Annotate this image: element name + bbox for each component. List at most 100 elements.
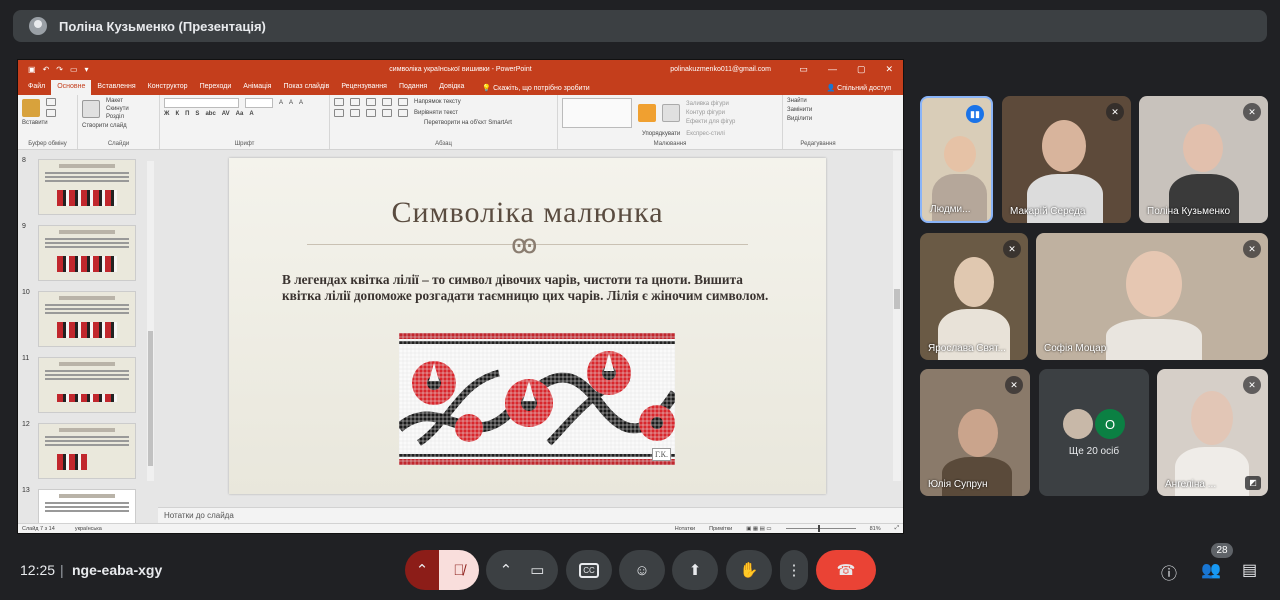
audio-options-button[interactable]: ⌃ <box>405 550 439 590</box>
comments-toggle[interactable]: Примітки <box>709 526 732 532</box>
notes-toggle[interactable]: Нотатки <box>675 526 695 532</box>
tab-transitions[interactable]: Переходи <box>194 80 238 95</box>
justify-icon[interactable] <box>382 109 392 117</box>
camera-toggle-button[interactable]: ⌃ ▭ <box>486 550 558 590</box>
tab-insert[interactable]: Вставлення <box>91 80 141 95</box>
notes-pane[interactable]: Нотатки до слайда <box>158 507 903 523</box>
participant-tile[interactable]: ✕ Юлія Супрун <box>920 369 1030 496</box>
new-slide-icon[interactable] <box>82 100 100 118</box>
copy-icon[interactable] <box>46 109 56 117</box>
zoom-level[interactable]: 81% <box>870 526 881 532</box>
view-buttons[interactable]: ▣ ▦ ▤ ▭ <box>746 526 771 532</box>
tab-home[interactable]: Основне <box>51 80 92 95</box>
thumbnails-scrollbar[interactable] <box>147 161 154 481</box>
maximize-icon[interactable]: ▢ <box>857 64 866 75</box>
quick-styles-icon[interactable] <box>662 104 680 122</box>
font-shrink-icon[interactable]: A <box>289 100 293 106</box>
paste-button[interactable]: Вставити <box>22 120 73 126</box>
participant-tile[interactable]: ✕ Софія Моцар <box>1036 233 1268 360</box>
tell-me-search[interactable]: 💡 Скажіть, що потрібно зробити <box>478 81 593 95</box>
strike-icon[interactable]: abc <box>205 111 215 117</box>
replace-button[interactable]: Замінити <box>787 107 849 113</box>
bold-icon[interactable]: Ж <box>164 111 169 117</box>
align-center-icon[interactable] <box>350 109 360 117</box>
shape-effects-button[interactable]: Ефекти для фігур <box>686 119 735 125</box>
shapes-gallery[interactable] <box>562 98 632 128</box>
align-text-button[interactable]: Вирівняти текст <box>414 110 458 116</box>
chat-icon[interactable]: ▤ <box>1242 560 1257 580</box>
participant-tile[interactable]: ▮▮ Людми... <box>920 96 993 223</box>
shape-outline-button[interactable]: Контур фігури <box>686 110 735 116</box>
ribbon-display-icon[interactable]: ▭ <box>799 64 808 75</box>
slide-thumbnail[interactable] <box>38 291 136 347</box>
align-left-icon[interactable] <box>334 109 344 117</box>
more-options-button[interactable]: ⋮ <box>780 550 808 590</box>
new-slide-button[interactable]: Створити слайд <box>82 123 155 129</box>
align-right-icon[interactable] <box>366 109 376 117</box>
tab-file[interactable]: Файл <box>22 80 51 95</box>
reset-button[interactable]: Скинути <box>106 106 129 112</box>
paste-icon[interactable] <box>22 98 40 117</box>
tab-view[interactable]: Подання <box>393 80 433 95</box>
font-size-select[interactable] <box>245 98 273 108</box>
columns-icon[interactable] <box>398 109 408 117</box>
slide-thumbnail[interactable] <box>38 423 136 479</box>
close-icon[interactable]: ✕ <box>885 64 893 75</box>
slide-thumbnail[interactable] <box>38 357 136 413</box>
tab-slideshow[interactable]: Показ слайдів <box>277 80 335 95</box>
tab-review[interactable]: Рецензування <box>335 80 393 95</box>
shape-fill-button[interactable]: Заливка фігури <box>686 101 735 107</box>
layout-button[interactable]: Макет <box>106 98 129 104</box>
editor-scrollbar[interactable] <box>893 151 901 481</box>
present-button[interactable]: ⬆ <box>672 550 718 590</box>
account-email[interactable]: polinakuzmenko011@gmail.com <box>670 66 771 73</box>
spacing-icon[interactable]: AV <box>222 111 230 117</box>
zoom-slider[interactable] <box>785 525 856 532</box>
section-button[interactable]: Розділ <box>106 114 129 120</box>
language-indicator[interactable]: українська <box>75 526 102 532</box>
case-icon[interactable]: Aa <box>236 111 244 117</box>
reactions-button[interactable]: ☺ <box>619 550 665 590</box>
arrange-icon[interactable] <box>638 104 656 122</box>
participant-tile[interactable]: ✕ Ярослава Свят... <box>920 233 1028 360</box>
slide-thumbnail[interactable] <box>38 225 136 281</box>
text-direction-button[interactable]: Напрямок тексту <box>414 99 461 105</box>
numbering-icon[interactable] <box>350 98 360 106</box>
line-spacing-icon[interactable] <box>398 98 408 106</box>
people-icon[interactable]: 👥 <box>1201 560 1221 580</box>
quick-styles-button[interactable]: Експрес-стилі <box>686 131 725 137</box>
tab-help[interactable]: Довідка <box>433 80 470 95</box>
font-family-select[interactable] <box>164 98 239 108</box>
select-button[interactable]: Виділити <box>787 116 849 122</box>
smartart-button[interactable]: Перетворити на об'єкт SmartArt <box>424 120 512 126</box>
slide-thumbnail[interactable] <box>38 159 136 215</box>
italic-icon[interactable]: К <box>175 111 179 117</box>
bullets-icon[interactable] <box>334 98 344 106</box>
pip-icon[interactable]: ◩ <box>1245 476 1261 490</box>
leave-call-button[interactable]: ☎ <box>816 550 876 590</box>
underline-icon[interactable]: П <box>185 111 189 117</box>
shadow-icon[interactable]: S <box>195 111 199 117</box>
mic-toggle-button[interactable]: 🎙̸ <box>439 550 479 590</box>
fit-slide-icon[interactable]: ⤢ <box>895 525 899 532</box>
indent-icon[interactable] <box>366 98 376 106</box>
participant-tile[interactable]: ✕ Макарій Середа <box>1002 96 1131 223</box>
participant-tile[interactable]: ✕ Ангеліна ... ◩ <box>1157 369 1268 496</box>
minimize-icon[interactable]: — <box>828 64 837 75</box>
current-slide[interactable]: Символіка малюнка ꙭ В легендах квітка лі… <box>229 158 826 494</box>
font-grow-icon[interactable]: A <box>279 100 283 106</box>
tab-animation[interactable]: Анімація <box>237 80 277 95</box>
outdent-icon[interactable] <box>382 98 392 106</box>
more-participants-tile[interactable]: О Ще 20 осіб <box>1039 369 1149 496</box>
raise-hand-button[interactable]: ✋ <box>726 550 772 590</box>
participant-tile[interactable]: ✕ Поліна Кузьменко <box>1139 96 1268 223</box>
meeting-info-icon[interactable]: ⓘ <box>1161 560 1177 584</box>
font-color-icon[interactable]: A <box>249 111 253 117</box>
find-button[interactable]: Знайти <box>787 98 849 104</box>
cut-icon[interactable] <box>46 98 56 106</box>
slide-thumbnail[interactable] <box>38 489 136 523</box>
arrange-button[interactable]: Упорядкувати <box>642 131 680 137</box>
captions-button[interactable]: CC <box>566 550 612 590</box>
clear-format-icon[interactable]: A <box>299 100 303 106</box>
tab-design[interactable]: Конструктор <box>142 80 194 95</box>
